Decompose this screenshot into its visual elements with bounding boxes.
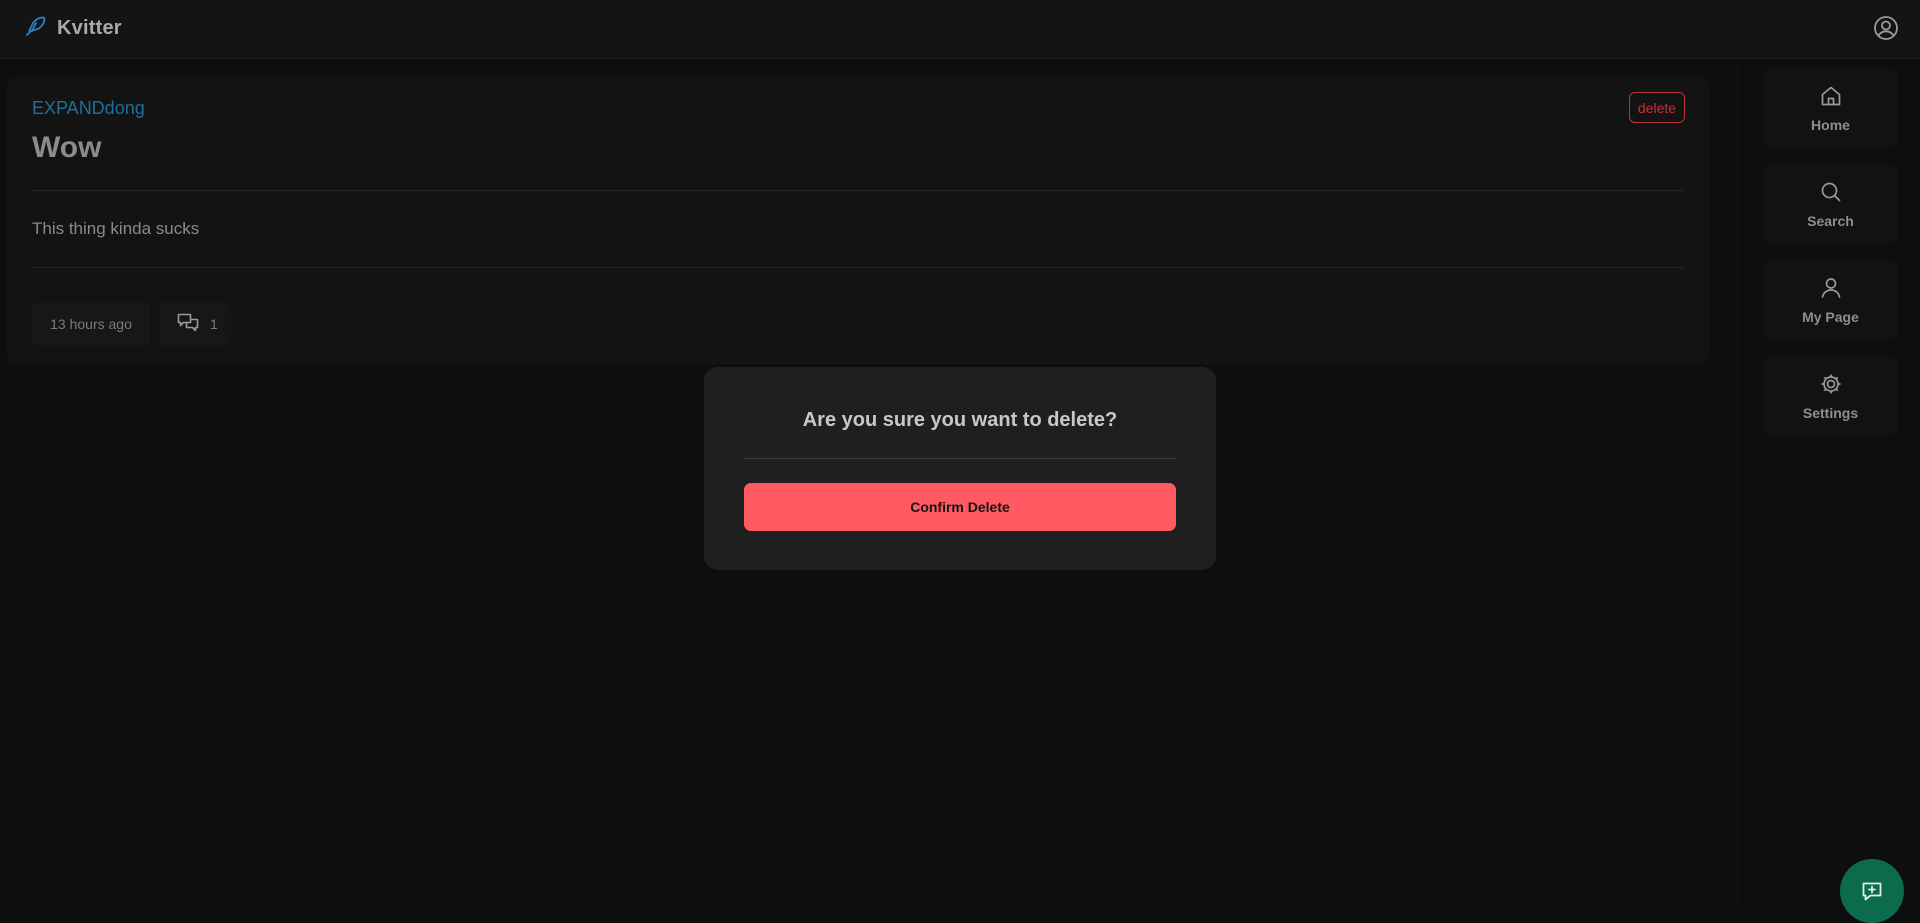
- comment-count: 1: [210, 316, 218, 332]
- new-post-button[interactable]: [1840, 859, 1904, 923]
- search-icon: [1819, 180, 1843, 207]
- confirm-delete-dialog: Are you sure you want to delete? Confirm…: [704, 367, 1216, 570]
- user-circle-icon[interactable]: [1873, 15, 1899, 41]
- sidebar-item-label: Home: [1811, 116, 1850, 133]
- post-author-link[interactable]: EXPANDdong: [32, 98, 145, 119]
- delete-button[interactable]: delete: [1629, 92, 1685, 123]
- home-icon: [1819, 84, 1843, 111]
- brand[interactable]: Kvitter: [24, 14, 122, 43]
- divider: [32, 190, 1684, 191]
- sidebar-item-label: My Page: [1802, 308, 1859, 325]
- post-timestamp: 13 hours ago: [32, 302, 150, 346]
- sidebar-item-label: Search: [1807, 212, 1854, 229]
- post-body: This thing kinda sucks: [32, 219, 200, 238]
- sidebar-item-home[interactable]: Home: [1763, 69, 1898, 147]
- timestamp-text: 13 hours ago: [50, 316, 132, 332]
- app-name: Kvitter: [57, 17, 122, 39]
- sidebar-item-search[interactable]: Search: [1763, 165, 1898, 243]
- new-message-icon: [1860, 879, 1884, 908]
- comments-button[interactable]: 1: [159, 302, 231, 346]
- dialog-title: Are you sure you want to delete?: [802, 409, 1118, 431]
- top-bar: Kvitter: [0, 0, 1920, 59]
- user-icon: [1819, 276, 1843, 303]
- post-title: Wow: [32, 131, 102, 164]
- sidebar-item-settings[interactable]: Settings: [1763, 357, 1898, 435]
- feather-icon: [24, 14, 48, 43]
- gear-icon: [1819, 372, 1843, 399]
- post-card: EXPANDdong delete Wow This thing kinda s…: [7, 77, 1709, 364]
- confirm-delete-button[interactable]: Confirm Delete: [744, 483, 1176, 531]
- sidebar-item-my-page[interactable]: My Page: [1763, 261, 1898, 339]
- divider: [32, 267, 1684, 268]
- sidebar-item-label: Settings: [1802, 404, 1859, 421]
- comments-icon: [176, 311, 200, 338]
- divider: [744, 458, 1176, 459]
- sidebar: Home Search My Page Settings: [1737, 59, 1920, 903]
